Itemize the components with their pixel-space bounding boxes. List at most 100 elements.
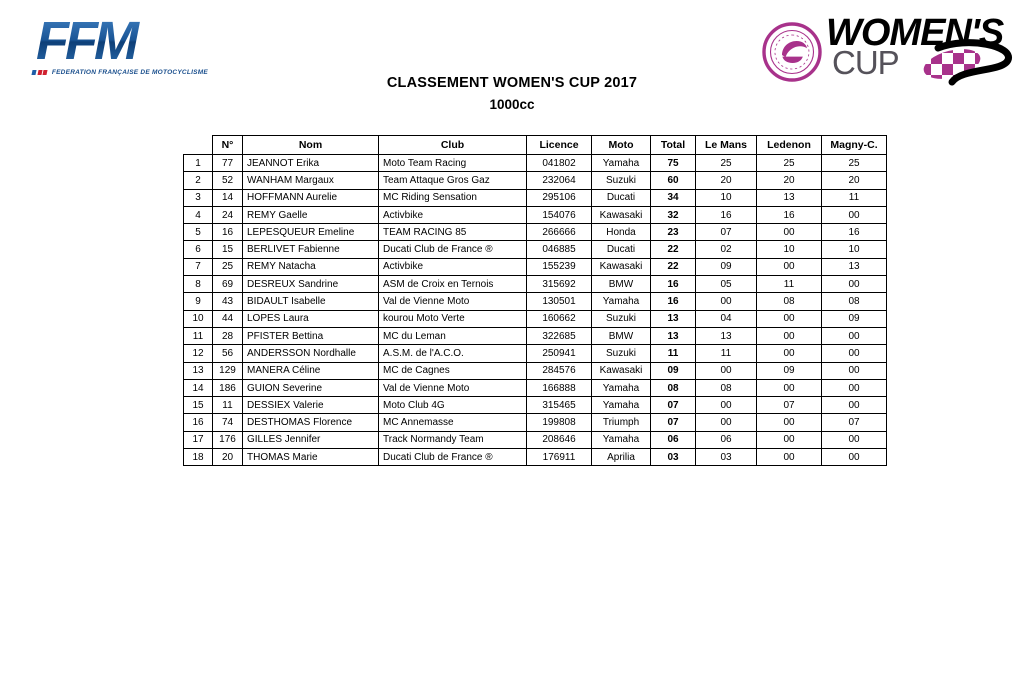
cell-le-mans: 07 — [695, 223, 757, 242]
cell-ledenon: 00 — [756, 257, 822, 277]
cell-magny-c: 20 — [821, 171, 887, 190]
cell-licence: 266666 — [526, 223, 592, 242]
table-row: 18 20 THOMAS Marie Ducati Club de France ® 1… — [183, 448, 887, 467]
cell-moto: Ducati — [591, 188, 651, 207]
cell-moto: BMW — [591, 275, 651, 294]
cell-rank: 16 — [183, 413, 213, 432]
table-row: 9 43 BIDAULT Isabelle Val de Vienne Moto 130… — [183, 292, 887, 311]
cell-rank: 5 — [183, 223, 213, 242]
cell-ledenon: 00 — [756, 309, 822, 328]
cell-le-mans: 03 — [695, 448, 757, 467]
cell-magny-c: 11 — [821, 188, 887, 207]
cell-ledenon: 10 — [756, 240, 822, 259]
cell-moto: Yamaha — [591, 153, 651, 173]
cell-total: 16 — [650, 275, 696, 294]
table-row: 15 11 DESSIEX Valerie Moto Club 4G 315465 Yam… — [183, 396, 887, 415]
cell-total: 60 — [650, 171, 696, 190]
cell-ledenon: 00 — [756, 413, 822, 432]
cell-ledenon: 11 — [756, 275, 822, 294]
table-row: 8 69 DESREUX Sandrine ASM de Croix en Terno… — [183, 275, 887, 294]
cell-le-mans: 05 — [695, 275, 757, 294]
cell-ledenon: 20 — [756, 171, 822, 190]
cell-number: 15 — [212, 240, 243, 259]
cell-moto: Suzuki — [591, 171, 651, 190]
cell-number: 74 — [212, 413, 243, 432]
cell-name: PFISTER Bettina — [242, 326, 379, 346]
cell-le-mans: 20 — [695, 171, 757, 190]
cell-total: 32 — [650, 205, 696, 225]
column-header-rank — [183, 135, 213, 155]
cell-le-mans: 13 — [695, 326, 757, 346]
column-header-ledenon: Ledenon — [756, 135, 822, 155]
cell-name: LEPESQUEUR Emeline — [242, 223, 379, 242]
cell-moto: Triumph — [591, 413, 651, 432]
cell-rank: 4 — [183, 205, 213, 225]
cell-name: LOPES Laura — [242, 309, 379, 328]
cell-licence: 322685 — [526, 326, 592, 346]
cell-total: 22 — [650, 240, 696, 259]
cell-total: 09 — [650, 361, 696, 380]
cell-ledenon: 25 — [756, 153, 822, 173]
cell-club: MC Annemasse — [378, 413, 527, 432]
cell-ledenon: 00 — [756, 378, 822, 398]
ffm-logo: FFM FEDERATION FRANÇAISE DE MOTOCYCLISME — [26, 14, 208, 78]
cell-licence: 176911 — [526, 448, 592, 467]
cell-licence: 250941 — [526, 344, 592, 363]
cell-ledenon: 00 — [756, 430, 822, 450]
table-row: 11 28 PFISTER Bettina MC du Leman 322685 BMW 1… — [183, 326, 887, 346]
page-subtitle: 1000cc — [489, 97, 535, 112]
column-header-le-mans: Le Mans — [695, 135, 757, 155]
column-header-total: Total — [650, 135, 696, 155]
cell-total: 75 — [650, 153, 696, 173]
cell-total: 07 — [650, 413, 696, 432]
standings-table: N° Nom Club Licence Moto Total Le Mans L… — [183, 135, 887, 467]
cell-number: 43 — [212, 292, 243, 311]
column-header-magny-c: Magny-C. — [821, 135, 887, 155]
cell-moto: Yamaha — [591, 396, 651, 415]
cell-rank: 6 — [183, 240, 213, 259]
cell-rank: 1 — [183, 153, 213, 173]
cell-name: DESTHOMAS Florence — [242, 413, 379, 432]
cell-rank: 18 — [183, 448, 213, 467]
cell-licence: 315465 — [526, 396, 592, 415]
cell-name: GUION Severine — [242, 378, 379, 398]
cell-rank: 10 — [183, 309, 213, 328]
cell-le-mans: 00 — [695, 361, 757, 380]
cell-magny-c: 13 — [821, 257, 887, 277]
cell-number: 20 — [212, 448, 243, 467]
cell-magny-c: 00 — [821, 326, 887, 346]
cell-name: ANDERSSON Nordhalle — [242, 344, 379, 363]
column-header-licence: Licence — [526, 135, 592, 155]
cell-name: JEANNOT Erika — [242, 153, 379, 173]
cell-moto: Yamaha — [591, 292, 651, 311]
table-row: 1 77 JEANNOT Erika Moto Team Racing 041802 Ya… — [183, 153, 887, 173]
cell-rank: 2 — [183, 171, 213, 190]
cell-moto: Kawasaki — [591, 257, 651, 277]
cell-name: DESSIEX Valerie — [242, 396, 379, 415]
cell-name: WANHAM Margaux — [242, 171, 379, 190]
cell-magny-c: 16 — [821, 223, 887, 242]
cell-le-mans: 09 — [695, 257, 757, 277]
cell-total: 16 — [650, 292, 696, 311]
cell-number: 11 — [212, 396, 243, 415]
cell-magny-c: 00 — [821, 344, 887, 363]
cell-moto: Aprilia — [591, 448, 651, 467]
table-row: 6 15 BERLIVET Fabienne Ducati Club de Franc… — [183, 240, 887, 259]
cell-le-mans: 16 — [695, 205, 757, 225]
cell-name: MANERA Céline — [242, 361, 379, 380]
cell-ledenon: 09 — [756, 361, 822, 380]
cell-club: Ducati Club de France ® — [378, 448, 527, 467]
cell-magny-c: 00 — [821, 361, 887, 380]
cell-ledenon: 00 — [756, 223, 822, 242]
cell-le-mans: 00 — [695, 292, 757, 311]
cell-moto: BMW — [591, 326, 651, 346]
cell-moto: Kawasaki — [591, 205, 651, 225]
cell-ledenon: 13 — [756, 188, 822, 207]
cell-name: DESREUX Sandrine — [242, 275, 379, 294]
cell-name: REMY Natacha — [242, 257, 379, 277]
cell-rank: 13 — [183, 361, 213, 380]
cell-magny-c: 00 — [821, 396, 887, 415]
table-row: 16 74 DESTHOMAS Florence MC Annemasse 199808… — [183, 413, 887, 432]
cell-total: 07 — [650, 396, 696, 415]
cell-ledenon: 07 — [756, 396, 822, 415]
